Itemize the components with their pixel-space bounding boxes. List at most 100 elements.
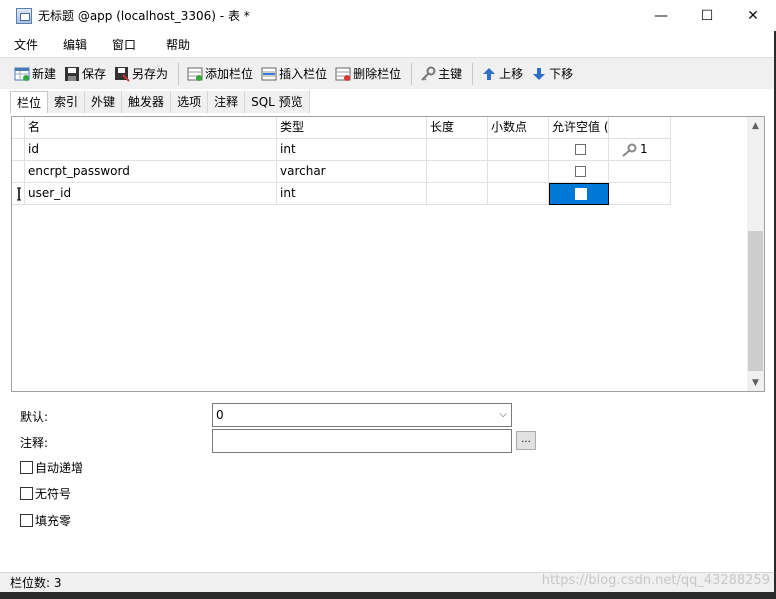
maximize-button[interactable]: ☐	[684, 0, 730, 31]
default-value: 0	[216, 408, 224, 422]
auto-increment-checkbox[interactable]	[20, 461, 33, 474]
menu-bar: 文件 编辑 窗口 帮助	[0, 31, 776, 57]
primary-key-button[interactable]: 主键	[417, 62, 465, 86]
field-count: 栏位数: 3	[10, 576, 62, 590]
new-button[interactable]: 新建	[11, 62, 59, 86]
allow-null-cell[interactable]	[549, 139, 609, 161]
allow-null-checkbox[interactable]	[575, 166, 586, 177]
column-header-type[interactable]: 类型	[277, 117, 427, 139]
field-type-cell[interactable]: varchar	[277, 161, 427, 183]
table-row[interactable]: id int 1	[12, 139, 671, 161]
toolbar: 新建 保存 另存为 添加栏位 插入栏位 删除栏位 主键 上移 下移	[0, 57, 776, 89]
save-button[interactable]: 保存	[61, 62, 109, 86]
scroll-up-icon[interactable]: ▲	[747, 117, 764, 134]
window-title: 无标题 @app (localhost_3306) - 表 *	[38, 9, 250, 23]
column-header-nullable[interactable]: 允许空值 (	[549, 117, 609, 139]
tab-foreign-keys[interactable]: 外键	[85, 91, 123, 113]
table-row[interactable]: encrpt_password varchar	[12, 161, 671, 183]
ellipsis-button[interactable]: ...	[516, 431, 536, 450]
allow-null-cell[interactable]	[549, 161, 609, 183]
menu-edit[interactable]: 编辑	[63, 36, 87, 53]
delete-field-label: 删除栏位	[353, 67, 402, 81]
unsigned-label: 无符号	[35, 487, 72, 501]
zerofill-checkbox[interactable]	[20, 514, 33, 527]
arrow-down-icon	[531, 66, 547, 82]
auto-increment-option[interactable]: 自动递增	[20, 459, 83, 476]
fields-grid: 名 类型 长度 小数点 允许空值 ( id int 1 encrpt_passw…	[11, 116, 765, 392]
field-type-cell[interactable]: int	[277, 183, 427, 205]
save-as-icon	[114, 66, 130, 82]
field-name-cell[interactable]: id	[25, 139, 277, 161]
field-length-cell[interactable]	[427, 183, 488, 205]
unsigned-checkbox[interactable]	[20, 487, 33, 500]
field-name-cell[interactable]: encrpt_password	[25, 161, 277, 183]
move-down-button[interactable]: 下移	[528, 62, 576, 86]
move-up-button[interactable]: 上移	[478, 62, 526, 86]
comment-input[interactable]	[212, 429, 512, 453]
column-header-key[interactable]	[609, 117, 671, 139]
table-row[interactable]: user_id int	[12, 183, 671, 205]
zerofill-option[interactable]: 填充零	[20, 512, 71, 529]
primary-key-cell[interactable]	[609, 161, 671, 183]
save-as-label: 另存为	[132, 67, 169, 81]
primary-key-cell[interactable]: 1	[609, 139, 671, 161]
window-edge	[0, 592, 776, 599]
add-field-button[interactable]: 添加栏位	[184, 62, 256, 86]
tab-options[interactable]: 选项	[171, 91, 209, 113]
column-header-length[interactable]: 长度	[427, 117, 488, 139]
tab-comment[interactable]: 注释	[208, 91, 246, 113]
move-down-label: 下移	[549, 67, 574, 81]
key-order: 1	[640, 142, 648, 156]
column-header-decimals[interactable]: 小数点	[488, 117, 549, 139]
key-icon	[621, 143, 637, 157]
key-icon	[420, 66, 436, 82]
allow-null-cell-selected[interactable]	[549, 183, 609, 205]
arrow-up-icon	[481, 66, 497, 82]
comment-label: 注释:	[20, 436, 49, 450]
add-field-label: 添加栏位	[205, 67, 254, 81]
grid-header-row: 名 类型 长度 小数点 允许空值 (	[12, 117, 671, 139]
table-icon	[16, 7, 32, 24]
field-type-cell[interactable]: int	[277, 139, 427, 161]
close-button[interactable]: ✕	[730, 0, 776, 31]
column-header-name[interactable]: 名	[25, 117, 277, 139]
primary-key-cell[interactable]	[609, 183, 671, 205]
allow-null-checkbox[interactable]	[575, 144, 586, 155]
tab-sql-preview[interactable]: SQL 预览	[245, 91, 310, 113]
move-up-label: 上移	[499, 67, 524, 81]
scrollbar-thumb[interactable]	[748, 231, 763, 371]
save-label: 保存	[82, 67, 107, 81]
tab-fields[interactable]: 栏位	[10, 91, 49, 113]
insert-field-label: 插入栏位	[279, 67, 328, 81]
field-name-cell[interactable]: user_id	[25, 183, 277, 205]
menu-file[interactable]: 文件	[14, 36, 38, 53]
allow-null-checkbox[interactable]	[575, 188, 587, 200]
field-decimals-cell[interactable]	[488, 161, 549, 183]
row-indicator	[12, 161, 25, 183]
chevron-down-icon: ⌵	[499, 409, 507, 420]
row-indicator	[12, 139, 25, 161]
new-label: 新建	[32, 67, 57, 81]
field-decimals-cell[interactable]	[488, 139, 549, 161]
status-bar: 栏位数: 3 https://blog.csdn.net/qq_43288259	[0, 572, 776, 592]
tab-indexes[interactable]: 索引	[48, 91, 86, 113]
title-bar: 无标题 @app (localhost_3306) - 表 * — ☐ ✕	[0, 0, 776, 31]
minimize-button[interactable]: —	[638, 0, 684, 31]
menu-window[interactable]: 窗口	[112, 36, 136, 53]
save-as-button[interactable]: 另存为	[111, 62, 171, 86]
default-value-select[interactable]: 0 ⌵	[212, 403, 512, 427]
menu-help[interactable]: 帮助	[166, 36, 190, 53]
save-icon	[64, 66, 80, 82]
tab-triggers[interactable]: 触发器	[122, 91, 172, 113]
insert-field-button[interactable]: 插入栏位	[258, 62, 330, 86]
scroll-down-icon[interactable]: ▼	[747, 374, 764, 391]
field-length-cell[interactable]	[427, 161, 488, 183]
new-table-icon	[14, 66, 30, 82]
zerofill-label: 填充零	[35, 514, 72, 528]
field-length-cell[interactable]	[427, 139, 488, 161]
auto-increment-label: 自动递增	[35, 461, 84, 475]
delete-field-button[interactable]: 删除栏位	[332, 62, 404, 86]
vertical-scrollbar[interactable]: ▲ ▼	[747, 117, 764, 391]
field-decimals-cell[interactable]	[488, 183, 549, 205]
unsigned-option[interactable]: 无符号	[20, 485, 71, 502]
